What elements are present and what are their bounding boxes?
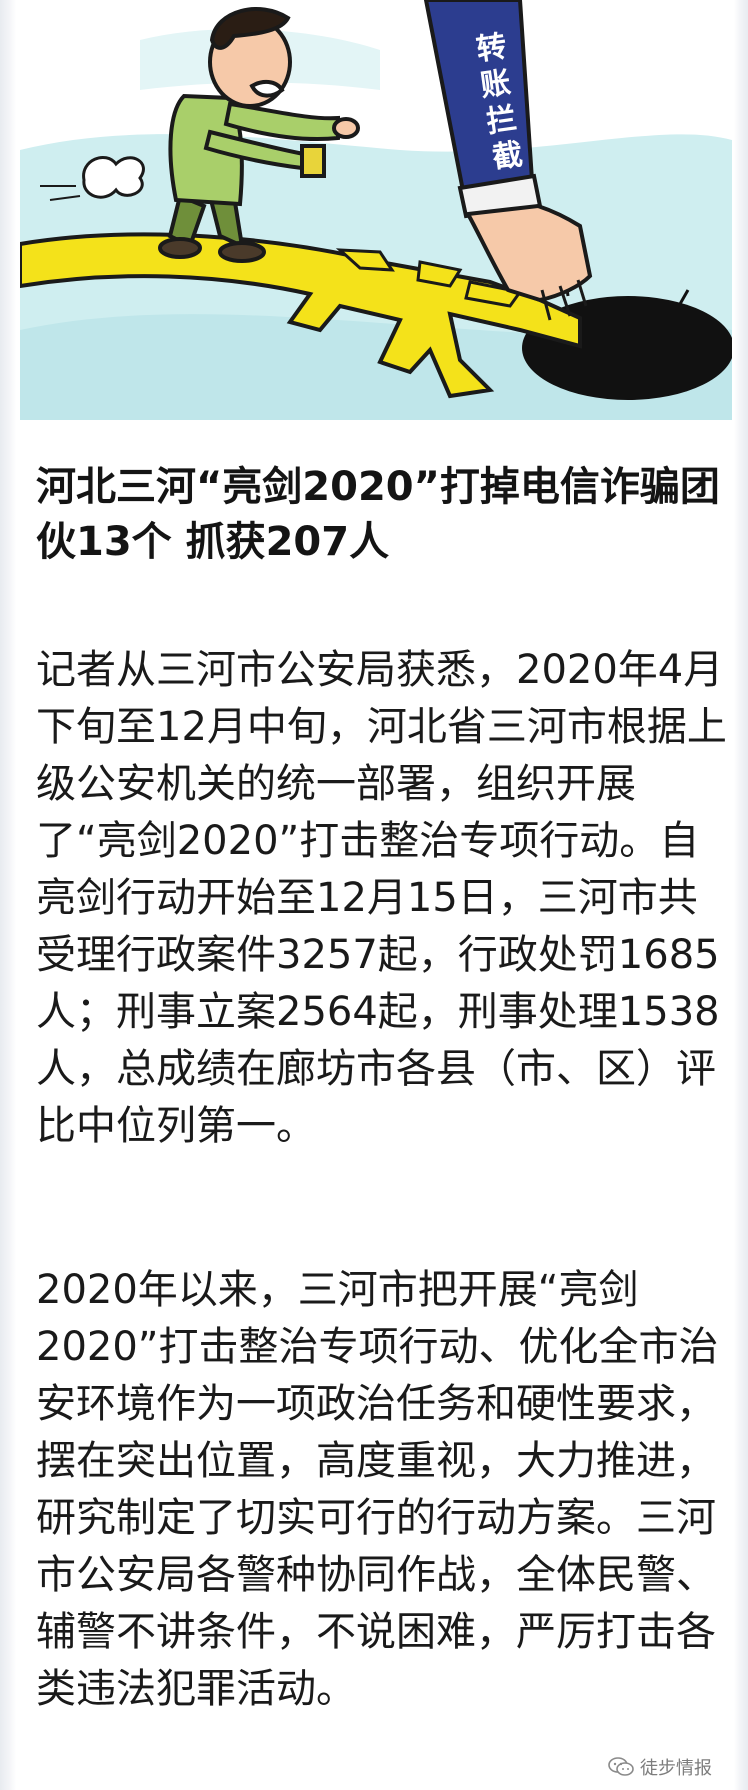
article-headline: 河北三河“亮剑2020”打掉电信诈骗团伙13个 抓获207人: [36, 464, 720, 565]
sign-text-3: 拦: [484, 101, 519, 140]
article-paragraph-2: 2020年以来，三河市把开展“亮剑2020”打击整治专项行动、优化全市治安环境作…: [36, 1267, 719, 1712]
page: 转 账 拦 截 河北三河“亮剑2020”打掉电信诈骗团伙13个 抓获207人 记…: [0, 0, 748, 1790]
watermark-text: 徒步情报: [640, 1758, 712, 1779]
wechat-icon: [608, 1756, 634, 1778]
cartoon-illustration: 转 账 拦 截: [20, 0, 732, 440]
watermark: 徒步情报: [608, 1752, 712, 1782]
left-border: [0, 0, 16, 1790]
article-paragraph-1: 记者从三河市公安局获悉，2020年4月下旬至12月中旬，河北省三河市根据上级公安…: [36, 647, 727, 1149]
sign-text-2: 账: [478, 65, 513, 104]
sign-text-4: 截: [490, 137, 525, 176]
sign-text-1: 转: [474, 29, 509, 68]
right-border: [734, 0, 748, 1790]
